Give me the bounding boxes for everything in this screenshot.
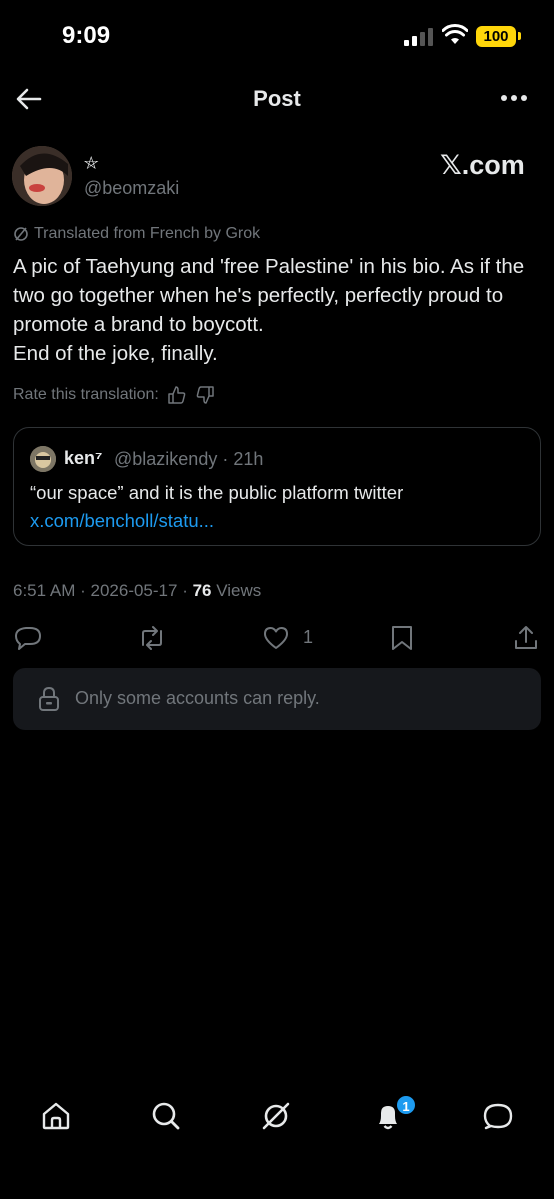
views-label: Views bbox=[216, 581, 262, 600]
bookmark-icon[interactable] bbox=[388, 624, 416, 652]
view-count: 76 bbox=[192, 581, 212, 600]
quoted-post-text: “our space” and it is the public platfor… bbox=[30, 482, 404, 503]
page-title: Post bbox=[253, 86, 301, 111]
like-count: 1 bbox=[303, 627, 314, 647]
rate-label: Rate this translation: bbox=[13, 386, 159, 403]
like-icon[interactable] bbox=[262, 624, 290, 652]
post-meta: 6:51 AM · 2026-05-17 · 76 Views bbox=[13, 581, 261, 601]
reply-restriction-text: Only some accounts can reply. bbox=[75, 688, 320, 708]
battery-tip bbox=[518, 32, 521, 40]
signal-icon bbox=[404, 28, 433, 46]
post-header: Post bbox=[0, 72, 554, 126]
notification-badge: 1 bbox=[395, 1094, 417, 1116]
quoted-post[interactable]: ken⁷ @blazikendy · 21h “our space” and i… bbox=[13, 427, 541, 546]
quoted-author-avatar bbox=[30, 446, 56, 472]
author-handle[interactable]: @beomzaki bbox=[84, 178, 179, 199]
messages-icon[interactable] bbox=[482, 1100, 514, 1132]
quoted-author-meta: @blazikendy · 21h bbox=[114, 449, 264, 469]
source-label: 𝕏.com bbox=[440, 150, 525, 180]
bottom-tab-bar: 1 bbox=[0, 1086, 554, 1146]
quoted-avatar-image bbox=[30, 446, 56, 472]
search-icon[interactable] bbox=[150, 1100, 182, 1132]
lock-icon bbox=[39, 686, 59, 711]
author-display-name[interactable]: ⛤ bbox=[84, 153, 98, 174]
post-text: A pic of Taehyung and 'free Palestine' i… bbox=[13, 255, 525, 365]
battery-indicator: 100 bbox=[476, 26, 516, 47]
author-avatar[interactable] bbox=[12, 146, 72, 206]
status-time: 9:09 bbox=[62, 22, 111, 49]
share-icon[interactable] bbox=[512, 624, 540, 652]
repost-icon[interactable] bbox=[138, 624, 166, 652]
reply-icon[interactable] bbox=[14, 624, 42, 652]
thumbs-down-icon[interactable] bbox=[195, 385, 215, 405]
grok-tab-icon[interactable] bbox=[260, 1100, 292, 1132]
quoted-author-name: ken⁷ bbox=[64, 448, 103, 468]
rate-translation: Rate this translation: bbox=[13, 384, 215, 406]
avatar-image bbox=[12, 146, 72, 206]
post-actions: 1 bbox=[0, 620, 554, 656]
meta-separator: · bbox=[182, 581, 193, 600]
wifi-icon bbox=[442, 24, 468, 44]
meta-separator: · bbox=[80, 581, 91, 600]
reply-restriction-banner: Only some accounts can reply. bbox=[13, 668, 541, 730]
quoted-post-link[interactable]: x.com/bencholl/statu... bbox=[30, 510, 214, 532]
post-time: 6:51 AM bbox=[13, 581, 76, 600]
post-date: 2026-05-17 bbox=[90, 581, 178, 600]
translation-label: Translated from French by Grok bbox=[13, 224, 260, 244]
thumbs-up-icon[interactable] bbox=[167, 385, 187, 405]
translation-text: Translated from French by Grok bbox=[34, 225, 261, 242]
status-bar: 9:09 100 bbox=[0, 0, 554, 72]
more-icon[interactable] bbox=[498, 86, 530, 110]
home-icon[interactable] bbox=[40, 1100, 72, 1132]
grok-icon bbox=[14, 227, 28, 241]
